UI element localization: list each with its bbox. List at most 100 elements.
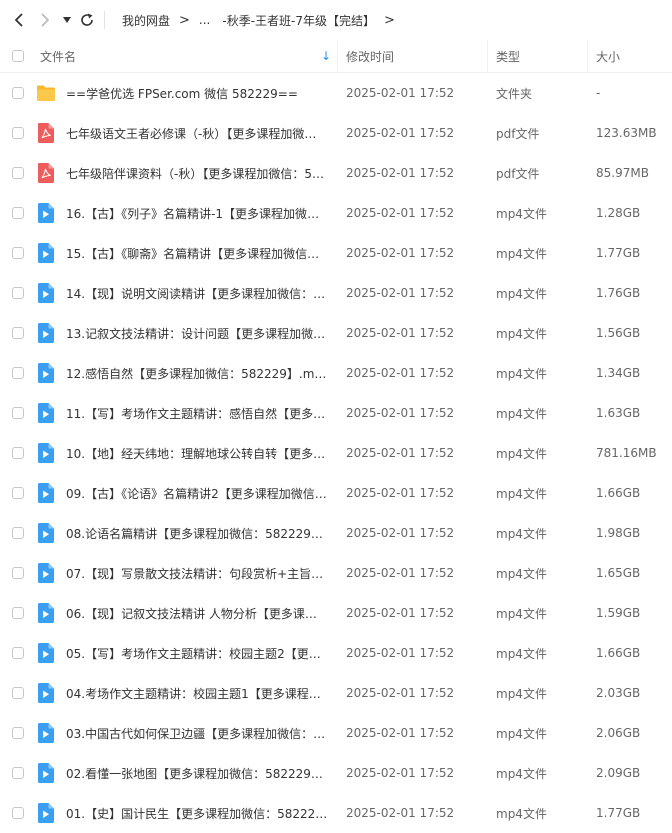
file-name-cell: 12.感悟自然【更多课程加微信：582229】.mp4 (36, 363, 338, 383)
row-checkbox[interactable] (12, 607, 24, 619)
video-icon (36, 283, 56, 303)
file-row[interactable]: 08.论语名篇精讲【更多课程加微信：582229】.mp4 2025-02-01… (0, 513, 672, 553)
row-checkbox[interactable] (12, 327, 24, 339)
column-header-time[interactable]: 修改时间 (338, 40, 488, 72)
file-size: 1.66GB (596, 646, 641, 660)
breadcrumb-item-ellipsis[interactable]: ... (196, 13, 213, 27)
row-checkbox[interactable] (12, 527, 24, 539)
file-name[interactable]: 06.【现】记叙文技法精讲 人物分析【更多课程加微信：582229】.mp4 (66, 605, 328, 622)
file-name[interactable]: 15.【古】《聊斋》名篇精讲【更多课程加微信：582229】.mp4 (66, 245, 328, 262)
file-name[interactable]: 12.感悟自然【更多课程加微信：582229】.mp4 (66, 365, 328, 382)
column-header-size[interactable]: 大小 (588, 40, 672, 72)
row-checkbox[interactable] (12, 247, 24, 259)
row-checkbox[interactable] (12, 87, 24, 99)
file-size: 1.65GB (596, 566, 641, 580)
video-icon (36, 203, 56, 223)
file-size-cell: 1.77GB (588, 806, 672, 820)
refresh-button[interactable] (76, 0, 98, 40)
file-row[interactable]: 06.【现】记叙文技法精讲 人物分析【更多课程加微信：582229】.mp4 2… (0, 593, 672, 633)
file-row[interactable]: 七年级语文王者必修课（-秋）【更多课程加微信：582229】.pdf 2025-… (0, 113, 672, 153)
file-list-header: 文件名 ↓ 修改时间 类型 大小 (0, 40, 672, 73)
file-row[interactable]: 03.中国古代如何保卫边疆【更多课程加微信：582229】.mp4 2025-0… (0, 713, 672, 753)
file-row[interactable]: 07.【现】写景散文技法精讲：句段赏析+主旨解读【更多课程加微信：582229】… (0, 553, 672, 593)
video-icon (36, 403, 56, 423)
file-row[interactable]: 05.【写】考场作文主题精讲：校园主题2【更多课程加微信：582229】.mp4… (0, 633, 672, 673)
file-name-cell: 11.【写】考场作文主题精讲：感悟自然【更多课程加微信：582229】.mp4 (36, 403, 338, 423)
row-checkbox[interactable] (12, 567, 24, 579)
breadcrumb-separator-icon: > (384, 12, 395, 28)
row-checkbox[interactable] (12, 407, 24, 419)
file-row[interactable]: 04.考场作文主题精讲：校园主题1【更多课程加微信：582229】.mp4 20… (0, 673, 672, 713)
file-name[interactable]: 13.记叙文技法精讲：设计问题【更多课程加微信：582229】.mp4 (66, 325, 328, 342)
row-checkbox[interactable] (12, 647, 24, 659)
file-row[interactable]: 16.【古】《列子》名篇精讲-1【更多课程加微信：582229】.mp4 202… (0, 193, 672, 233)
file-name-cell: 01.【史】国计民生【更多课程加微信：582229】.mp4 (36, 803, 338, 823)
file-name[interactable]: 七年级陪伴课资料（-秋）【更多课程加微信：582229】.pdf (66, 165, 328, 182)
file-type: mp4文件 (496, 686, 547, 701)
file-size-cell: 1.66GB (588, 646, 672, 660)
file-name[interactable]: 10.【地】经天纬地：理解地球公转自转【更多课程加微信：582229】.mp4 (66, 445, 328, 462)
file-row[interactable]: 七年级陪伴课资料（-秋）【更多课程加微信：582229】.pdf 2025-02… (0, 153, 672, 193)
file-name[interactable]: 16.【古】《列子》名篇精讲-1【更多课程加微信：582229】.mp4 (66, 205, 328, 222)
file-name-cell: 09.【古】《论语》名篇精讲2【更多课程加微信：582229】.mp4 (36, 483, 338, 503)
row-checkbox[interactable] (12, 727, 24, 739)
file-name[interactable]: 04.考场作文主题精讲：校园主题1【更多课程加微信：582229】.mp4 (66, 685, 328, 702)
file-size: 2.06GB (596, 726, 641, 740)
forward-button[interactable] (32, 0, 58, 40)
file-row[interactable]: 14.【现】说明文阅读精讲【更多课程加微信：582229】.mp4 2025-0… (0, 273, 672, 313)
file-type-cell: mp4文件 (488, 405, 588, 422)
history-dropdown-button[interactable] (58, 0, 76, 40)
file-row[interactable]: 02.看懂一张地图【更多课程加微信：582229】.mp4 2025-02-01… (0, 753, 672, 793)
video-icon (36, 603, 56, 623)
back-button[interactable] (6, 0, 32, 40)
row-checkbox[interactable] (12, 367, 24, 379)
file-name[interactable]: 11.【写】考场作文主题精讲：感悟自然【更多课程加微信：582229】.mp4 (66, 405, 328, 422)
file-row[interactable]: 12.感悟自然【更多课程加微信：582229】.mp4 2025-02-01 1… (0, 353, 672, 393)
file-name[interactable]: 08.论语名篇精讲【更多课程加微信：582229】.mp4 (66, 525, 328, 542)
file-size-cell: 1.59GB (588, 606, 672, 620)
file-time-cell: 2025-02-01 17:52 (338, 166, 488, 180)
file-name-cell: 15.【古】《聊斋》名篇精讲【更多课程加微信：582229】.mp4 (36, 243, 338, 263)
row-checkbox[interactable] (12, 807, 24, 819)
video-icon (36, 243, 56, 263)
file-name[interactable]: 01.【史】国计民生【更多课程加微信：582229】.mp4 (66, 805, 328, 822)
file-row[interactable]: ==学爸优选 FPSer.com 微信 582229== 2025-02-01 … (0, 73, 672, 113)
file-name[interactable]: 03.中国古代如何保卫边疆【更多课程加微信：582229】.mp4 (66, 725, 328, 742)
row-checkbox[interactable] (12, 207, 24, 219)
file-name[interactable]: 02.看懂一张地图【更多课程加微信：582229】.mp4 (66, 765, 328, 782)
file-row[interactable]: 01.【史】国计民生【更多课程加微信：582229】.mp4 2025-02-0… (0, 793, 672, 833)
row-checkbox[interactable] (12, 447, 24, 459)
row-select-cell (0, 247, 36, 259)
row-checkbox[interactable] (12, 487, 24, 499)
pdf-icon (36, 163, 56, 183)
file-name[interactable]: 09.【古】《论语》名篇精讲2【更多课程加微信：582229】.mp4 (66, 485, 328, 502)
file-modified-time: 2025-02-01 17:52 (346, 446, 455, 460)
row-select-cell (0, 807, 36, 819)
file-name[interactable]: ==学爸优选 FPSer.com 微信 582229== (66, 85, 298, 102)
file-size: 1.77GB (596, 806, 641, 820)
file-row[interactable]: 11.【写】考场作文主题精讲：感悟自然【更多课程加微信：582229】.mp4 … (0, 393, 672, 433)
breadcrumb-item-root[interactable]: 我的网盘 (119, 12, 173, 29)
file-row[interactable]: 09.【古】《论语》名篇精讲2【更多课程加微信：582229】.mp4 2025… (0, 473, 672, 513)
column-header-type[interactable]: 类型 (488, 40, 588, 72)
file-name[interactable]: 七年级语文王者必修课（-秋）【更多课程加微信：582229】.pdf (66, 125, 328, 142)
file-row[interactable]: 15.【古】《聊斋》名篇精讲【更多课程加微信：582229】.mp4 2025-… (0, 233, 672, 273)
column-header-name[interactable]: 文件名 ↓ (36, 40, 338, 72)
select-all-checkbox[interactable] (12, 50, 24, 62)
file-name[interactable]: 07.【现】写景散文技法精讲：句段赏析+主旨解读【更多课程加微信：582229】… (66, 565, 328, 582)
file-type: mp4文件 (496, 326, 547, 341)
file-name[interactable]: 14.【现】说明文阅读精讲【更多课程加微信：582229】.mp4 (66, 285, 328, 302)
file-row[interactable]: 13.记叙文技法精讲：设计问题【更多课程加微信：582229】.mp4 2025… (0, 313, 672, 353)
file-size-cell: 781.16MB (588, 446, 672, 460)
file-modified-time: 2025-02-01 17:52 (346, 286, 455, 300)
row-checkbox[interactable] (12, 687, 24, 699)
row-checkbox[interactable] (12, 167, 24, 179)
row-checkbox[interactable] (12, 287, 24, 299)
file-row[interactable]: 10.【地】经天纬地：理解地球公转自转【更多课程加微信：582229】.mp4 … (0, 433, 672, 473)
file-size-cell: 1.77GB (588, 246, 672, 260)
row-checkbox[interactable] (12, 767, 24, 779)
row-checkbox[interactable] (12, 127, 24, 139)
file-size-cell: 2.06GB (588, 726, 672, 740)
row-select-cell (0, 87, 36, 99)
file-name[interactable]: 05.【写】考场作文主题精讲：校园主题2【更多课程加微信：582229】.mp4 (66, 645, 328, 662)
